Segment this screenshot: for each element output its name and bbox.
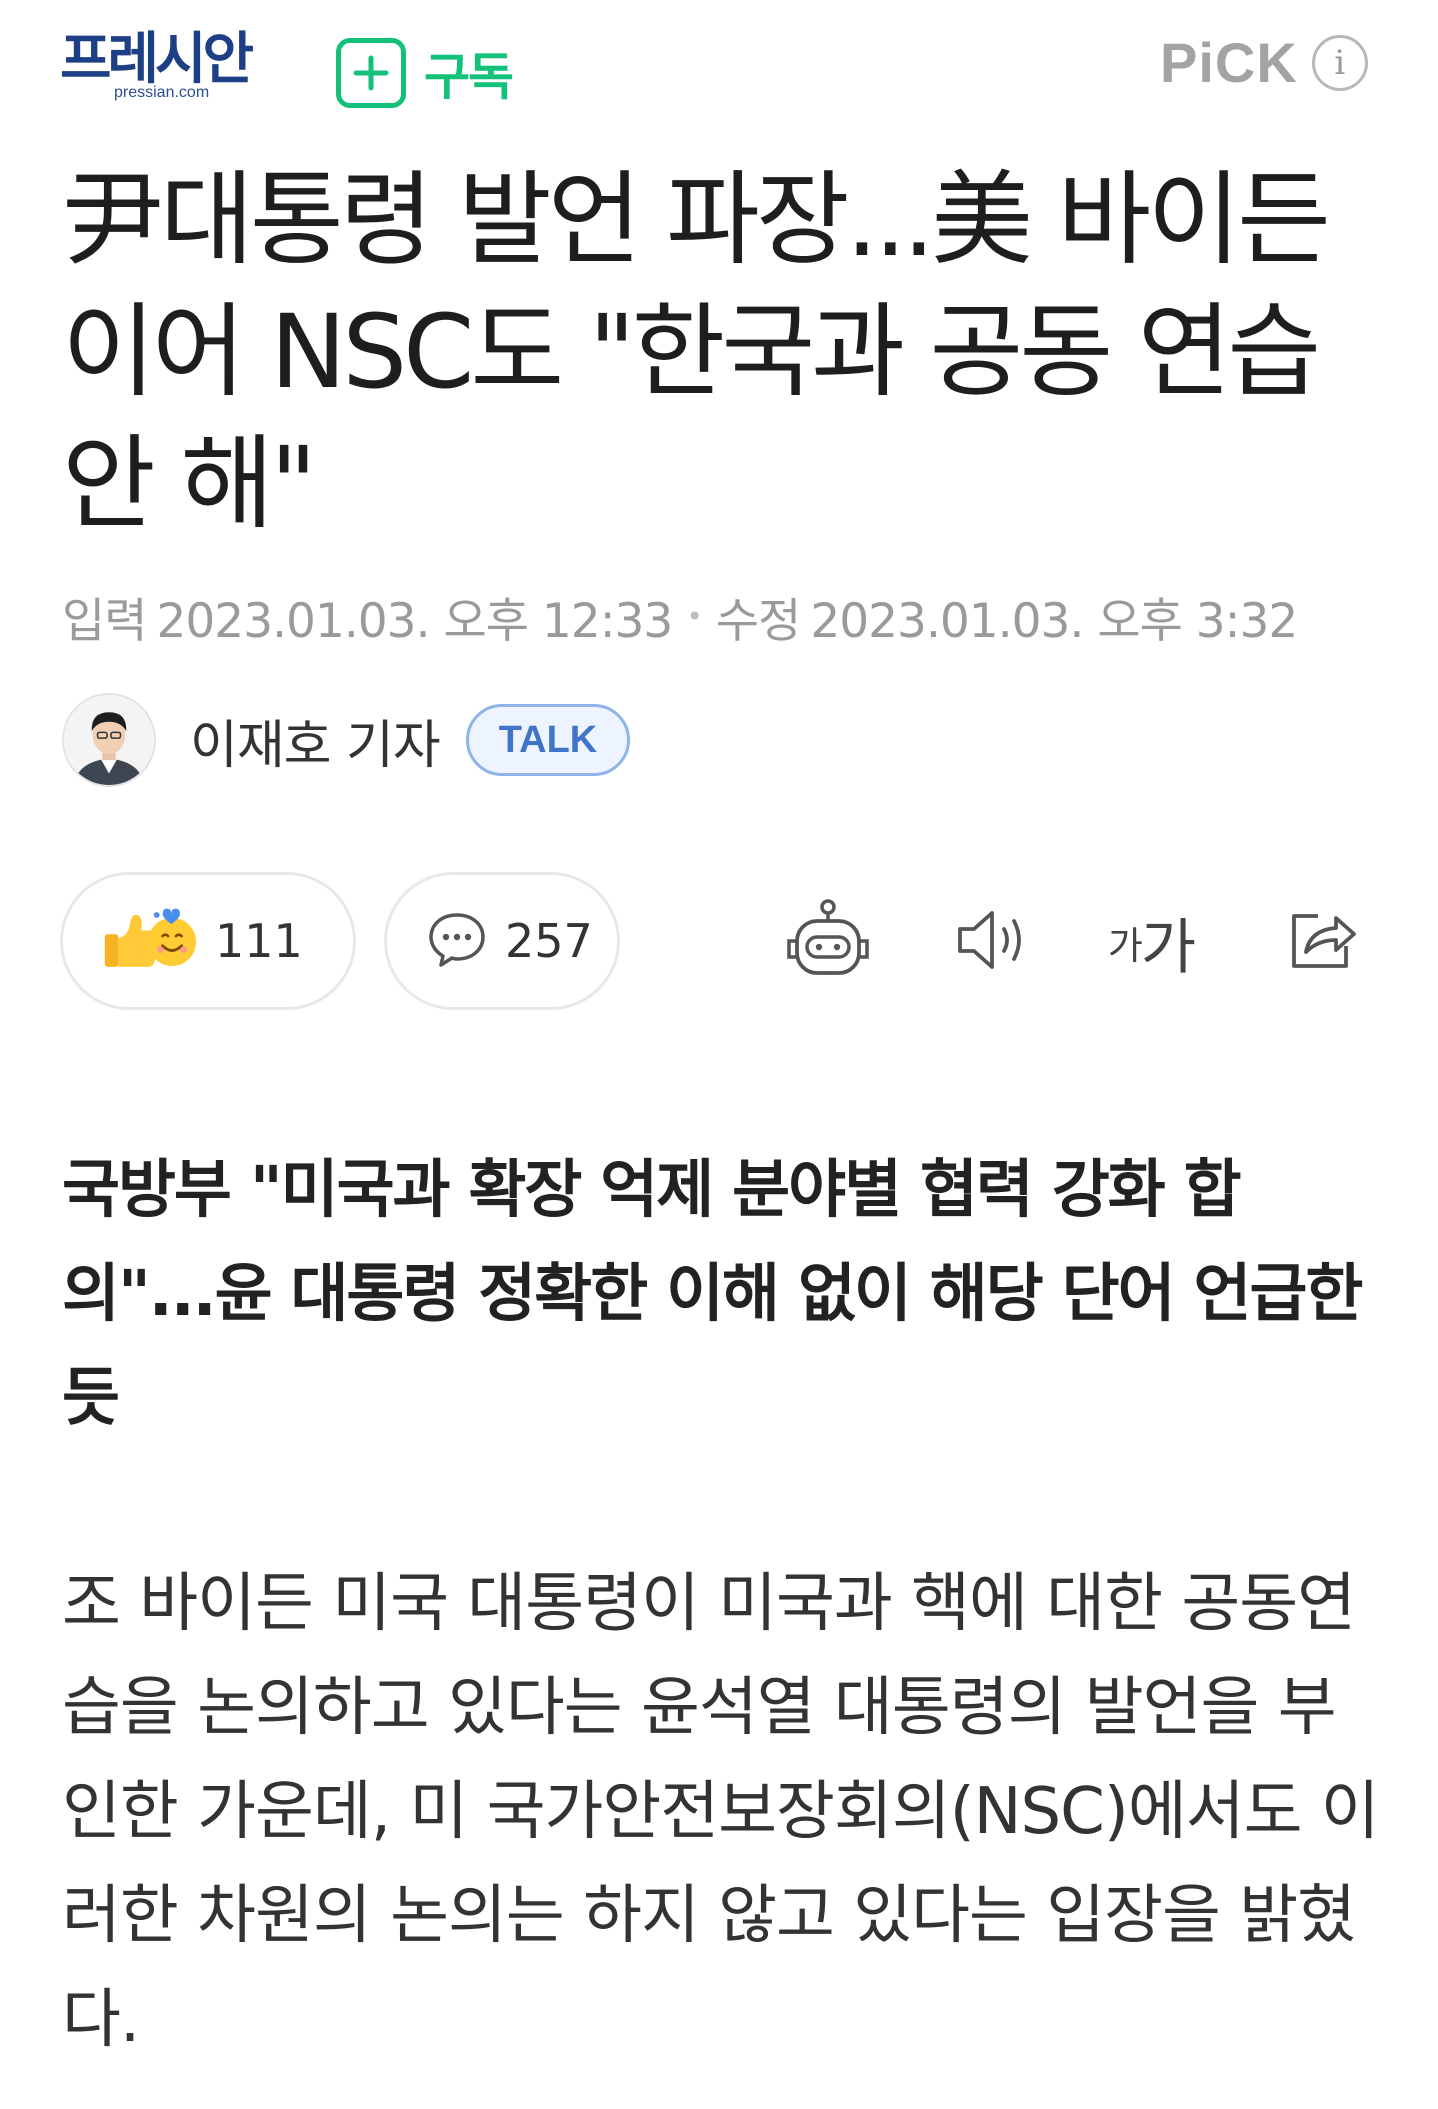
tts-button[interactable] — [940, 890, 1044, 994]
reaction-count: 111 — [215, 914, 303, 968]
article-page: 프레시안 pressian.com 구독 PiCK i 尹대통령 발언 파장..… — [0, 0, 1438, 2109]
talk-button[interactable]: TALK — [465, 704, 631, 776]
font-size-small-label: 가 — [1107, 923, 1143, 968]
robot-icon — [783, 895, 873, 989]
published-label: 입력 — [62, 594, 147, 649]
article-title: 尹대통령 발언 파장...美 바이든 이어 NSC도 "한국과 공동 연습 안 … — [62, 161, 1331, 544]
author-avatar[interactable] — [62, 693, 156, 787]
logo-subtext: pressian.com — [114, 84, 210, 101]
reaction-button[interactable]: 111 — [60, 872, 356, 1010]
speech-bubble-icon — [425, 907, 489, 975]
modified-label: 수정 — [715, 594, 801, 649]
article-body: 조 바이든 미국 대통령이 미국과 핵에 대한 공동연습을 논의하고 있다는 윤… — [62, 1567, 1380, 2057]
subscribe-label: 구독 — [424, 48, 514, 106]
logo-text: 프레시안 — [60, 27, 254, 92]
subscribe-button[interactable]: 구독 — [336, 36, 514, 110]
header: 프레시안 pressian.com 구독 PiCK i — [0, 0, 1438, 140]
comment-button[interactable]: 257 — [384, 872, 620, 1010]
pick-badge: PiCK i — [1160, 30, 1368, 95]
plus-icon — [336, 38, 406, 108]
summary-bot-button[interactable] — [776, 890, 880, 994]
author-name[interactable]: 이재호 기자 — [190, 703, 441, 778]
article-dates: 입력 2023.01.03. 오후 12:33 • 수정 2023.01.03.… — [62, 582, 1298, 651]
comment-count: 257 — [505, 914, 593, 968]
font-size-large-label: 가 — [1140, 912, 1197, 983]
share-button[interactable] — [1270, 890, 1374, 994]
press-logo[interactable]: 프레시안 pressian.com — [60, 28, 292, 108]
share-icon — [1282, 900, 1362, 984]
thumbs-up-emoji-icon — [99, 905, 199, 977]
article-subtitle: 국방부 "미국과 확장 억제 분야별 협력 강화 합의"...윤 대통령 정확한… — [62, 1153, 1363, 1434]
author-row: 이재호 기자 TALK — [62, 693, 631, 787]
date-separator: • — [686, 600, 702, 633]
info-icon[interactable]: i — [1311, 34, 1368, 91]
pick-label: PiCK — [1160, 31, 1298, 94]
published-date: 2023.01.03. 오후 12:33 — [156, 594, 673, 649]
font-size-button[interactable]: 가 가 — [1100, 890, 1204, 994]
speaker-icon — [950, 905, 1034, 979]
modified-date: 2023.01.03. 오후 3:32 — [810, 594, 1298, 649]
